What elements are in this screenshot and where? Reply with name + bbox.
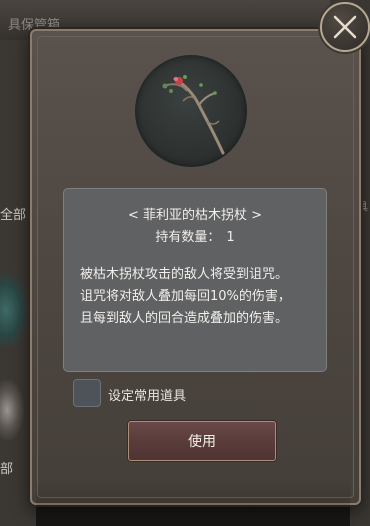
use-button[interactable]: 使用	[128, 421, 276, 461]
quantity-value: 1	[226, 230, 235, 245]
close-button[interactable]	[320, 2, 370, 52]
background-item-wing	[0, 270, 30, 350]
description-line: 被枯木拐杖攻击的敌人将受到诅咒。	[80, 267, 289, 282]
item-quantity: 持有数量： 1	[64, 226, 326, 245]
footer-shade	[36, 480, 350, 526]
filter-tab-partial[interactable]: 部	[0, 458, 13, 477]
use-button-label: 使用	[188, 434, 216, 450]
item-description: 被枯木拐杖攻击的敌人将受到诅咒。 诅咒将对敌人叠加每回10%的伤害， 且每到敌人…	[80, 264, 316, 330]
description-line: 且每到敌人的回合造成叠加的伤害。	[80, 311, 289, 326]
favorite-item-label[interactable]: 设定常用道具	[108, 385, 186, 404]
filter-tab-all[interactable]: 全部	[0, 204, 26, 223]
close-icon	[333, 15, 357, 39]
quantity-label: 持有数量：	[155, 230, 221, 245]
item-name: < 菲利亚的枯木拐杖 >	[127, 208, 263, 223]
item-description-box: < 菲利亚的枯木拐杖 > 持有数量： 1 被枯木拐杖攻击的敌人将受到诅咒。 诅咒将…	[63, 188, 327, 372]
description-line: 诅咒将对敌人叠加每回10%的伤害，	[80, 289, 291, 304]
withered-staff-icon	[162, 75, 225, 155]
background-item-figure	[0, 380, 24, 440]
item-icon-frame	[135, 55, 247, 167]
favorite-item-checkbox[interactable]	[73, 379, 101, 407]
